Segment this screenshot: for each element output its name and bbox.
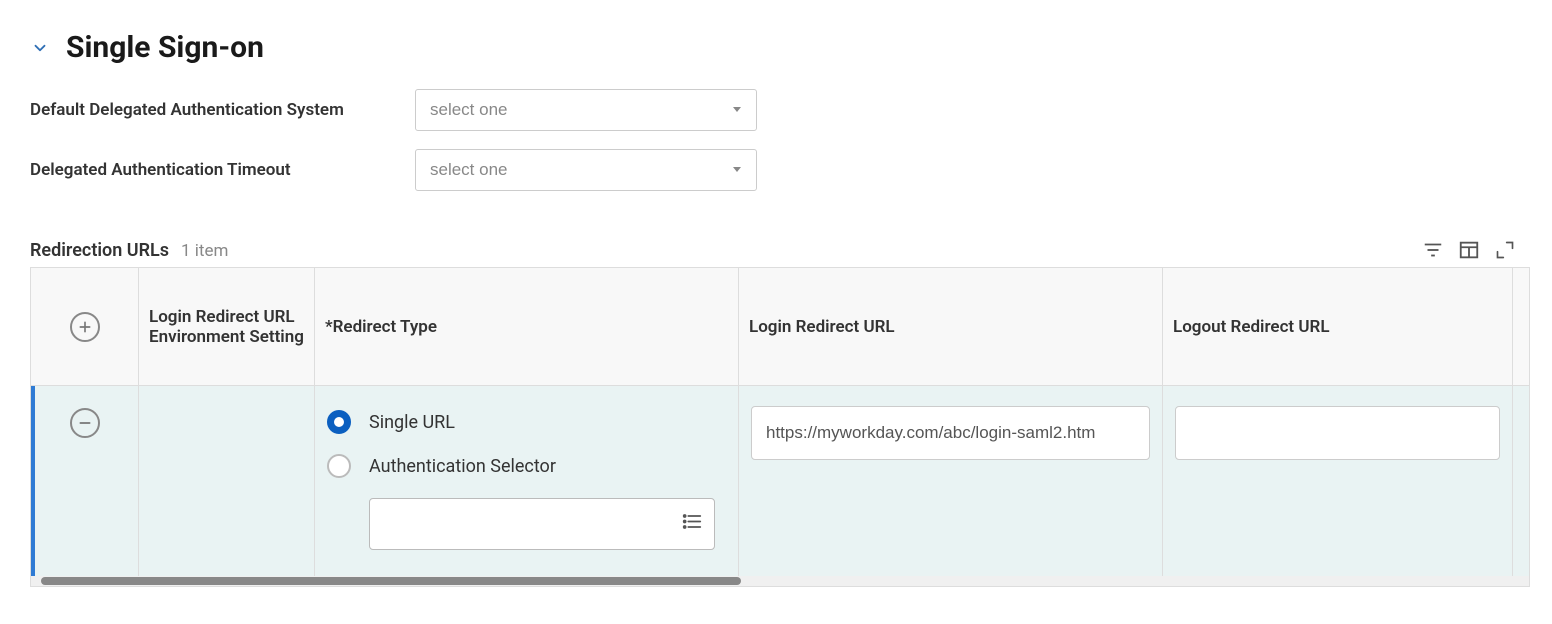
default-auth-input[interactable]	[415, 89, 757, 131]
horizontal-scrollbar[interactable]	[31, 576, 1529, 586]
login-redirect-url-input[interactable]	[751, 406, 1150, 460]
column-redirect-type: *Redirect Type	[315, 268, 739, 386]
table-item-count: 1 item	[181, 241, 228, 261]
timeout-select[interactable]	[415, 149, 757, 191]
timeout-label: Delegated Authentication Timeout	[30, 160, 415, 180]
column-logout-url: Logout Redirect URL	[1163, 268, 1513, 386]
cell-overflow	[1513, 386, 1530, 576]
radio-single-url-label: Single URL	[369, 412, 455, 433]
fullscreen-icon[interactable]	[1494, 239, 1516, 261]
remove-row-button[interactable]	[70, 408, 100, 438]
cell-redirect-type: Single URL Authentication Selector	[315, 386, 739, 576]
auth-selector-input[interactable]	[369, 498, 715, 550]
column-overflow	[1513, 268, 1530, 386]
collapse-chevron-icon[interactable]	[30, 38, 50, 58]
default-auth-select[interactable]	[415, 89, 757, 131]
cell-login-url	[739, 386, 1163, 576]
scrollbar-thumb[interactable]	[41, 577, 741, 585]
timeout-input[interactable]	[415, 149, 757, 191]
table-title: Redirection URLs	[30, 240, 169, 261]
cell-env-setting	[139, 386, 315, 576]
logout-redirect-url-input[interactable]	[1175, 406, 1500, 460]
section-title: Single Sign-on	[66, 30, 264, 65]
default-auth-label: Default Delegated Authentication System	[30, 100, 415, 120]
column-login-url: Login Redirect URL	[739, 268, 1163, 386]
filter-icon[interactable]	[1422, 239, 1444, 261]
radio-single-url[interactable]: Single URL	[327, 410, 726, 434]
radio-unselected-icon	[327, 454, 351, 478]
auth-selector-picker[interactable]	[369, 498, 715, 550]
radio-selected-icon	[327, 410, 351, 434]
cell-logout-url	[1163, 386, 1513, 576]
column-env-setting: Login Redirect URL Environment Setting	[139, 268, 315, 386]
add-row-button[interactable]	[70, 312, 100, 342]
column-add	[31, 268, 139, 386]
columns-icon[interactable]	[1458, 239, 1480, 261]
radio-auth-selector-label: Authentication Selector	[369, 456, 556, 477]
redirection-urls-table: Login Redirect URL Environment Setting *…	[30, 267, 1530, 587]
radio-auth-selector[interactable]: Authentication Selector	[327, 454, 726, 478]
